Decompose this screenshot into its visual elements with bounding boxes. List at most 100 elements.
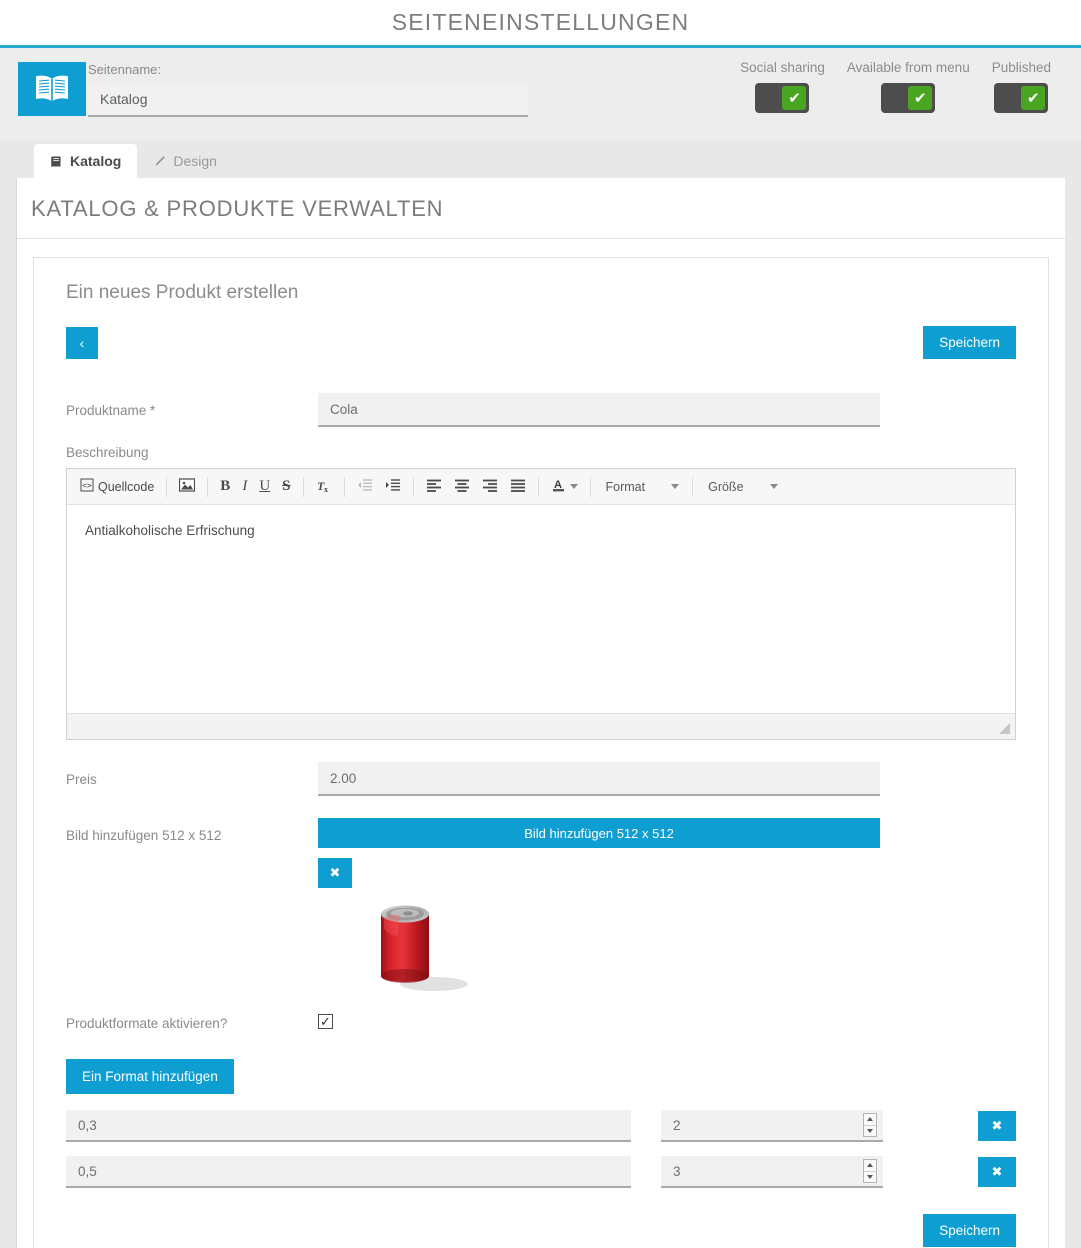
save-button-top[interactable]: Speichern (923, 326, 1016, 359)
toggle-social-sharing[interactable]: Social sharing ✔ (740, 60, 825, 113)
page-name-input[interactable] (88, 83, 528, 117)
bold-button[interactable]: B (215, 474, 235, 500)
tab-design-label: Design (173, 153, 217, 169)
chevron-down-icon (671, 484, 680, 489)
underline-button[interactable]: U (254, 474, 275, 500)
tab-katalog[interactable]: Katalog (34, 144, 138, 178)
spinner-down-icon[interactable] (864, 1126, 876, 1137)
product-name-row: Produktname * (66, 393, 1016, 427)
size-dropdown-label: Größe (708, 479, 744, 494)
image-icon (179, 478, 196, 495)
number-spinner[interactable] (863, 1113, 877, 1137)
align-center-icon (454, 479, 470, 495)
format-name-input[interactable] (66, 1110, 631, 1142)
panel-action-row: ‹ Speichern (66, 326, 1016, 359)
page-icon-button[interactable] (18, 62, 86, 116)
check-icon: ✔ (908, 86, 933, 110)
add-image-button[interactable]: Bild hinzufügen 512 x 512 (318, 818, 880, 848)
price-label: Preis (66, 772, 97, 787)
toggle-available-from-menu-label: Available from menu (846, 60, 970, 75)
section-title: KATALOG & PRODUKTE VERWALTEN (31, 196, 444, 221)
toolbar-divider (537, 476, 539, 497)
price-row: Preis (66, 762, 1016, 796)
text-color-button[interactable]: A (546, 474, 583, 500)
editor-statusbar (67, 713, 1015, 739)
format-qty-group (661, 1110, 883, 1142)
page-name-field-group: Seitenname: (88, 62, 528, 117)
description-label: Beschreibung (66, 445, 149, 460)
image-label: Bild hinzufügen 512 x 512 (66, 828, 222, 843)
delete-format-button[interactable]: ✖ (978, 1157, 1016, 1187)
format-dropdown[interactable]: Format (598, 480, 686, 494)
price-input[interactable] (318, 762, 880, 796)
page-name-label: Seitenname: (88, 62, 161, 77)
panel-heading: Ein neues Produkt erstellen (66, 282, 299, 303)
red-soda-can-icon (381, 905, 468, 991)
indent-icon (385, 478, 401, 495)
toggle-available-from-menu-switch[interactable]: ✔ (881, 83, 936, 113)
toggle-social-sharing-switch[interactable]: ✔ (755, 83, 810, 113)
enable-formats-checkbox[interactable]: ✓ (318, 1014, 333, 1029)
toggle-published-label: Published (991, 60, 1051, 75)
book-icon (50, 155, 63, 168)
enable-formats-row: Produktformate aktivieren? ✓ (66, 1006, 1016, 1031)
format-qty-group (661, 1156, 883, 1188)
toggle-social-sharing-label: Social sharing (740, 60, 825, 75)
toggle-published-switch[interactable]: ✔ (994, 83, 1049, 113)
insert-image-button[interactable] (174, 474, 200, 500)
remove-image-button[interactable]: ✖ (318, 858, 352, 888)
svg-text:x: x (324, 485, 328, 493)
spinner-down-icon[interactable] (864, 1172, 876, 1183)
number-spinner[interactable] (863, 1159, 877, 1183)
source-code-label: Quellcode (98, 479, 155, 494)
page-settings-bar: Seitenname: Social sharing ✔ Available f… (0, 48, 1081, 140)
outdent-button[interactable] (352, 474, 378, 500)
align-justify-button[interactable] (505, 474, 531, 500)
window-titlebar: SEITENEINSTELLUNGEN (0, 0, 1081, 48)
align-center-button[interactable] (449, 474, 475, 500)
toggle-published[interactable]: Published ✔ (992, 60, 1051, 113)
align-right-button[interactable] (477, 474, 503, 500)
format-qty-input[interactable] (661, 1110, 883, 1142)
strikethrough-button[interactable]: S (277, 474, 295, 500)
toolbar-divider (412, 476, 414, 497)
remove-format-button[interactable]: T x (311, 474, 337, 500)
product-image-thumbnail (350, 884, 500, 994)
toggle-available-from-menu[interactable]: Available from menu ✔ (847, 60, 970, 113)
tab-bar: Katalog Design (0, 140, 1081, 178)
svg-text:<>: <> (82, 481, 92, 490)
editor-toolbar: <> Quellcode B I U S T x A Format Größe (67, 469, 1015, 505)
section-header: KATALOG & PRODUKTE VERWALTEN (17, 178, 1065, 239)
toolbar-divider (166, 476, 168, 497)
align-left-button[interactable] (421, 474, 447, 500)
size-dropdown[interactable]: Größe (700, 480, 783, 494)
align-justify-icon (510, 479, 526, 495)
chevron-down-icon (569, 484, 578, 489)
text-color-icon: A (551, 478, 566, 496)
editor-content-area[interactable]: Antialkoholische Erfrischung (67, 505, 1015, 713)
spinner-up-icon[interactable] (864, 1114, 876, 1126)
add-format-button[interactable]: Ein Format hinzufügen (66, 1059, 234, 1094)
chevron-down-icon (769, 484, 778, 489)
tab-design[interactable]: Design (137, 144, 233, 178)
main-content: KATALOG & PRODUKTE VERWALTEN Ein neues P… (16, 178, 1065, 1248)
save-button-bottom[interactable]: Speichern (923, 1214, 1016, 1247)
product-name-input[interactable] (318, 393, 880, 427)
indent-button[interactable] (380, 474, 406, 500)
italic-button[interactable]: I (237, 474, 252, 500)
spinner-up-icon[interactable] (864, 1160, 876, 1172)
rich-text-editor: <> Quellcode B I U S T x A Format Größe … (66, 468, 1016, 740)
panel-footer: Speichern (66, 1214, 1016, 1247)
image-row: Bild hinzufügen 512 x 512 Bild hinzufüge… (66, 818, 1016, 994)
source-code-button[interactable]: <> Quellcode (75, 474, 159, 500)
back-button[interactable]: ‹ (66, 326, 98, 359)
delete-format-button[interactable]: ✖ (978, 1111, 1016, 1141)
format-name-input[interactable] (66, 1156, 631, 1188)
remove-format-icon: T x (316, 478, 332, 496)
open-book-icon (34, 74, 70, 104)
toolbar-divider (343, 476, 345, 497)
image-block: Bild hinzufügen 512 x 512 ✖ (318, 818, 1016, 994)
resize-grip-icon[interactable] (999, 723, 1010, 734)
format-qty-input[interactable] (661, 1156, 883, 1188)
toolbar-divider (302, 476, 304, 497)
